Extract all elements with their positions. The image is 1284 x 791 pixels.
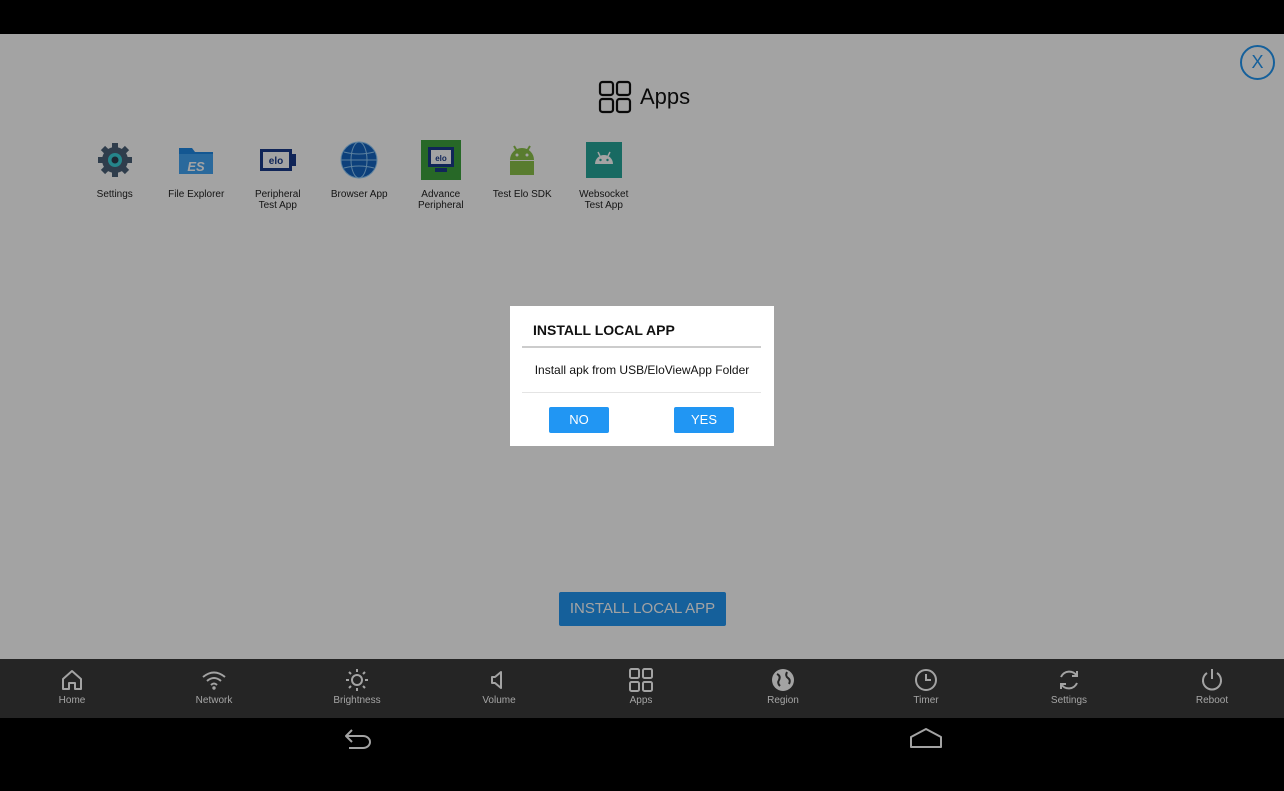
dialog-divider: [522, 392, 761, 393]
yes-button[interactable]: YES: [674, 407, 734, 433]
dialog-title: INSTALL LOCAL APP: [533, 322, 675, 338]
dialog-divider: [522, 346, 761, 348]
no-button[interactable]: NO: [549, 407, 609, 433]
dialog-message: Install apk from USB/EloViewApp Folder: [534, 363, 750, 377]
screen: X Apps Settings ES File Explorer elo Per…: [0, 0, 1284, 791]
install-local-app-dialog: INSTALL LOCAL APP Install apk from USB/E…: [510, 306, 774, 446]
